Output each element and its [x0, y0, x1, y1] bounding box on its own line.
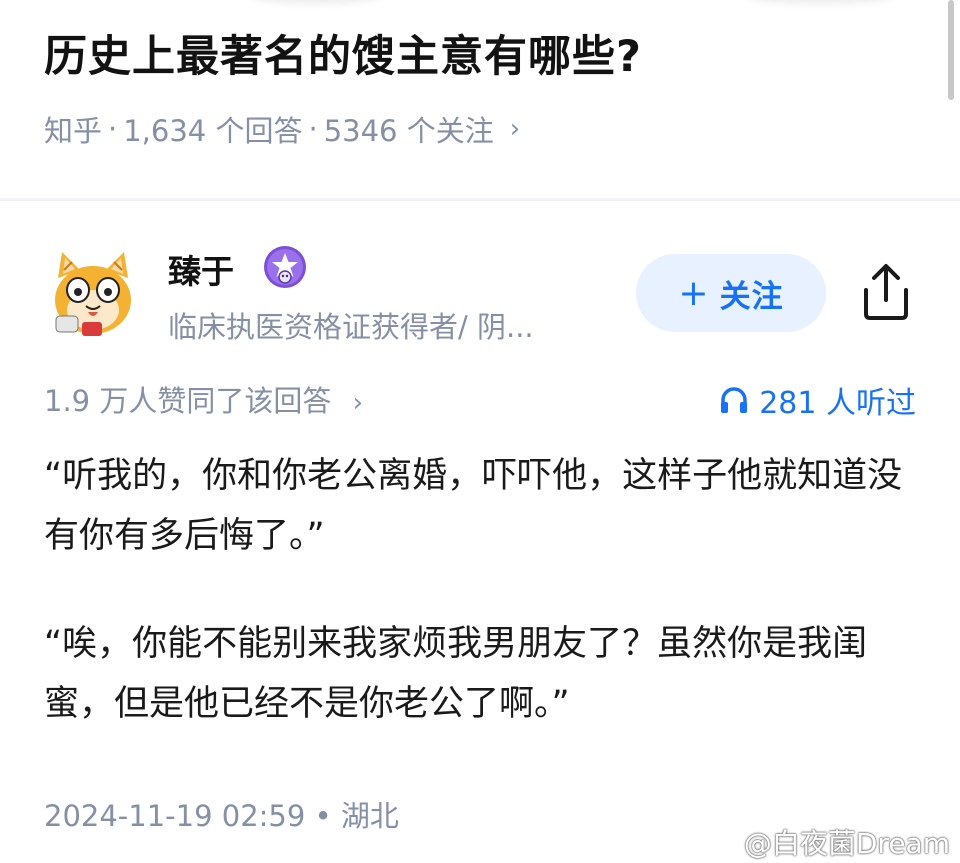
star-badge-icon[interactable]	[262, 244, 308, 290]
meta-separator: ·	[108, 112, 118, 146]
author-description: 临床执医资格证获得者/ 阴...	[168, 310, 534, 344]
timestamp-separator: •	[314, 799, 332, 833]
listen-count[interactable]: 281 人听过	[719, 378, 916, 422]
headphones-icon	[721, 387, 748, 413]
answer-paragraph: “听我的，你和你老公离婚，吓吓他，这样子他就知道没有你有多后悔了。”	[44, 456, 903, 556]
answer-paragraph: “唉，你能不能别来我家烦我男朋友了？虽然你是我闺蜜，但是他已经不是你老公了啊。”	[44, 614, 924, 734]
answers-count: 1,634 个回答	[123, 114, 303, 148]
plus-icon: +	[678, 272, 710, 314]
listen-count-label: 281 人听过	[759, 386, 916, 421]
follow-label: 关注	[719, 278, 784, 315]
upvote-count: 1.9 万人赞同了该回答	[44, 384, 332, 418]
meta-separator: ·	[308, 112, 318, 146]
chevron-right-icon: ›	[352, 388, 363, 418]
chevron-right-icon: ›	[509, 114, 521, 144]
avatar[interactable]	[48, 248, 138, 340]
author-name[interactable]: 臻于	[168, 245, 234, 293]
question-title[interactable]: 历史上最著名的馊主意有哪些?	[44, 22, 642, 84]
section-divider	[0, 198, 960, 201]
answer-timestamp: 2024-11-19 02:59 • 湖北	[44, 793, 399, 835]
follow-button[interactable]: + 关注	[636, 254, 826, 332]
source-label: 知乎	[44, 114, 103, 148]
top-edge-shadow	[745, 0, 895, 4]
followers-count: 5346 个关注	[323, 114, 494, 148]
share-icon[interactable]	[858, 262, 914, 322]
scrollbar[interactable]	[948, 0, 954, 100]
upvote-summary[interactable]: 1.9 万人赞同了该回答 ›	[44, 378, 363, 420]
answer-paragraph-text: “唉，你能不能别来我家烦我男朋友了？虽然你是我闺蜜，但是他已经不是你老公了啊。”	[44, 624, 868, 724]
top-edge-shadow	[250, 0, 380, 4]
watermark: @白夜菌Dream	[743, 827, 950, 860]
timestamp-value: 2024-11-19 02:59	[44, 799, 306, 833]
question-meta[interactable]: 知乎 · 1,634 个回答 · 5346 个关注 ›	[44, 108, 520, 150]
location-label: 湖北	[340, 799, 399, 833]
